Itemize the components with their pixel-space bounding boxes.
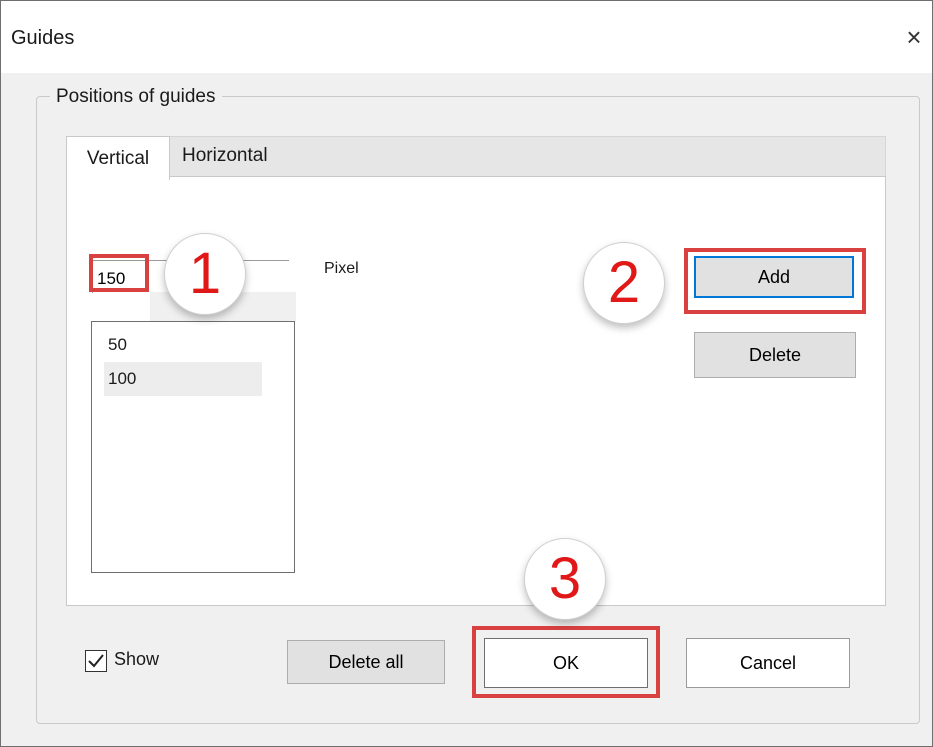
tab-vertical[interactable]: Vertical <box>66 136 170 180</box>
show-checkbox[interactable] <box>85 650 107 672</box>
dialog-title: Guides <box>11 27 75 49</box>
step-callout-2: 2 <box>583 242 665 324</box>
tab-horizontal[interactable]: Horizontal <box>178 136 306 176</box>
cancel-button[interactable]: Cancel <box>686 638 850 688</box>
step-callout-3: 3 <box>524 538 606 620</box>
list-item[interactable]: 50 <box>104 328 262 362</box>
close-icon[interactable]: × <box>897 20 931 54</box>
groupbox-label: Positions of guides <box>50 86 222 108</box>
show-checkbox-label: Show <box>114 649 160 669</box>
highlight-add-button <box>684 248 866 314</box>
highlight-ok-button <box>472 626 660 698</box>
delete-all-button[interactable]: Delete all <box>287 640 445 684</box>
highlight-position-input <box>89 254 149 292</box>
title-bar: Guides × <box>1 1 932 73</box>
guide-listbox[interactable]: 50 100 <box>91 321 295 573</box>
delete-button[interactable]: Delete <box>694 332 856 378</box>
list-item[interactable]: 100 <box>104 362 262 396</box>
checkmark-icon <box>88 654 104 668</box>
step-callout-1: 1 <box>164 233 246 315</box>
unit-label: Pixel <box>324 260 359 277</box>
